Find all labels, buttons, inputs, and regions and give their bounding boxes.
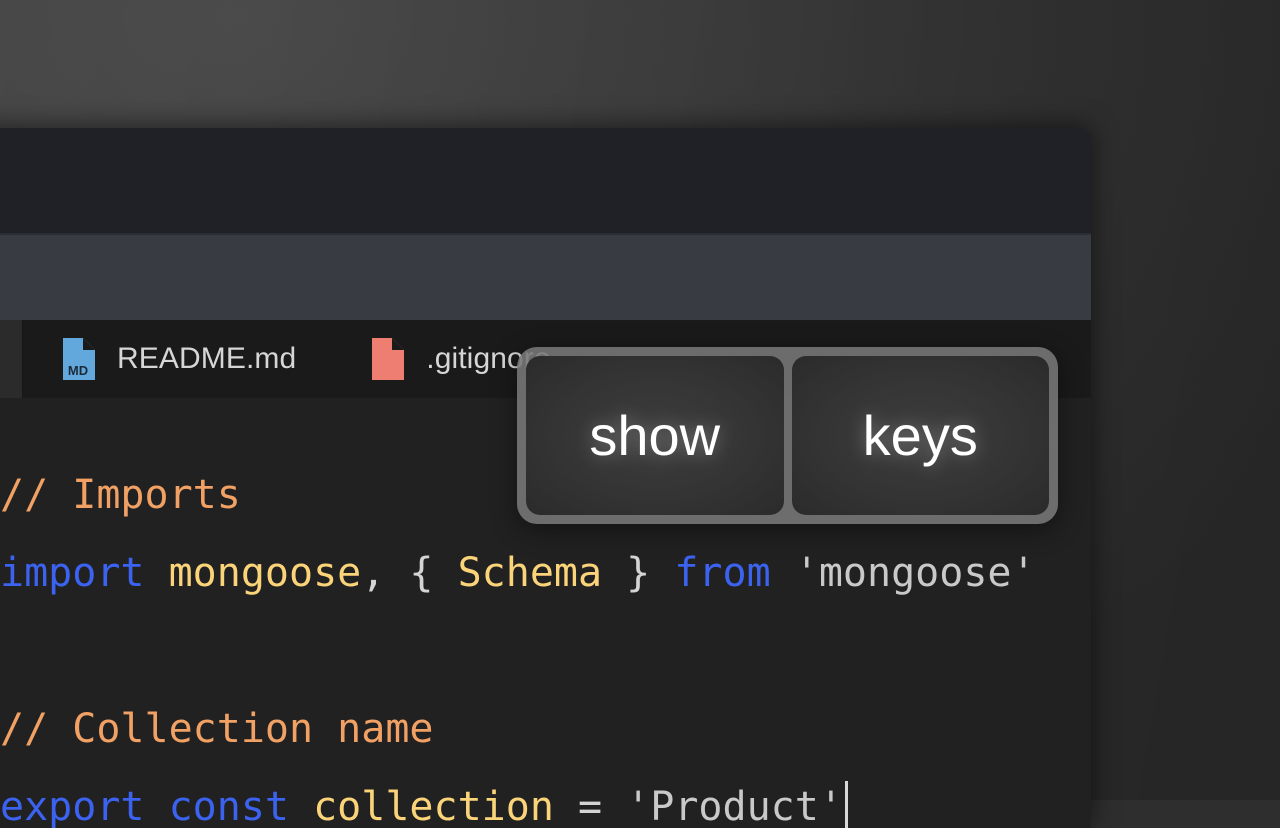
code-token: = (554, 784, 626, 828)
text-caret (845, 781, 848, 828)
code-token: collection (313, 784, 554, 828)
code-line: // Collection name (0, 690, 1091, 768)
code-token: // Collection name (0, 706, 433, 752)
code-token: Schema (458, 550, 603, 596)
keycap-show: show (526, 356, 784, 515)
code-token: , (361, 550, 409, 596)
code-token: { (409, 550, 457, 596)
code-token: 'mongoose' (795, 550, 1036, 596)
code-token: export const (0, 784, 313, 828)
code-line (0, 612, 1091, 690)
code-token: 'Product' (626, 784, 843, 828)
editor-toolbar (0, 235, 1091, 320)
tab-label: README.md (117, 342, 296, 376)
generic-file-icon (368, 335, 408, 383)
svg-text:MD: MD (68, 363, 88, 378)
tab-previous-partial[interactable] (0, 320, 23, 398)
code-line: export const collection = 'Product' (0, 768, 1091, 828)
code-token: mongoose (169, 550, 362, 596)
code-token: // Imports (0, 472, 241, 518)
keycap-keys: keys (792, 356, 1050, 515)
code-token: from (674, 550, 770, 596)
code-line: import mongoose, { Schema } from 'mongoo… (0, 534, 1091, 612)
code-token (771, 550, 795, 596)
keystroke-overlay: show keys (517, 347, 1058, 524)
window-title-bar (0, 128, 1091, 233)
code-token: } (602, 550, 674, 596)
tab-readme-md[interactable]: MD README.md (23, 320, 332, 398)
markdown-file-icon: MD (59, 335, 99, 383)
code-token: import (0, 550, 169, 596)
